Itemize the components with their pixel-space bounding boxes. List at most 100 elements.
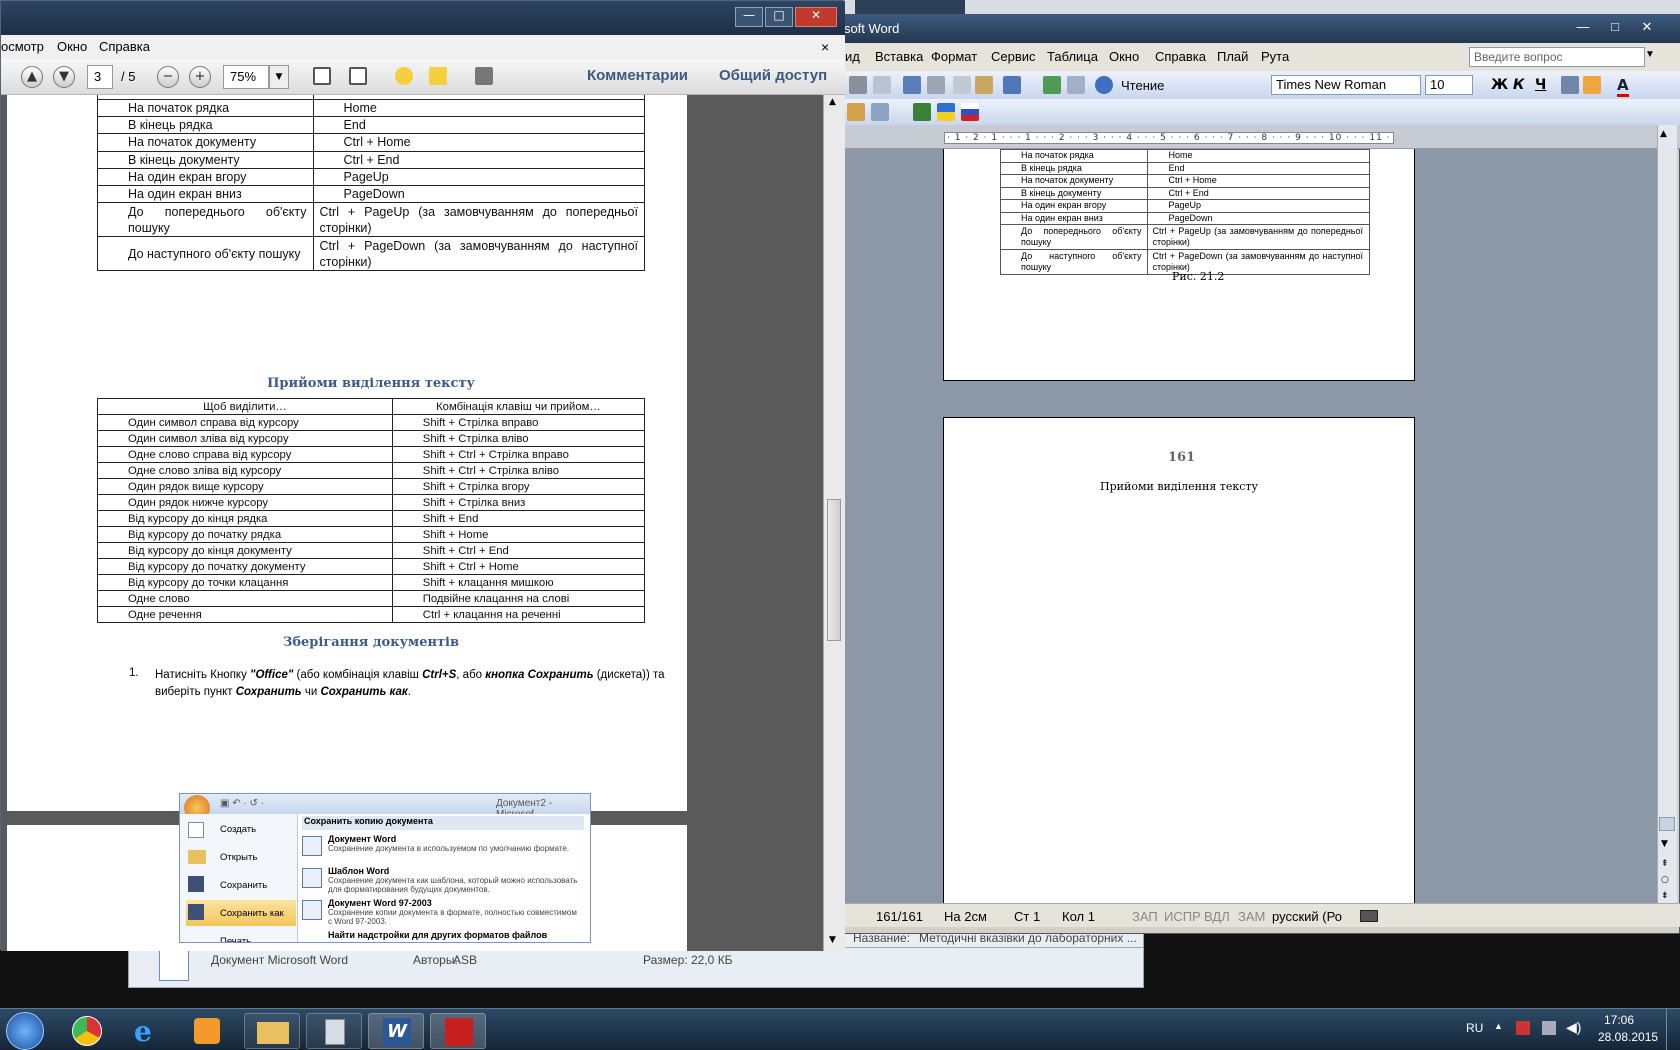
vertical-scrollbar[interactable]: ▲ ▼ (823, 95, 845, 951)
list-item: Найти надстройки для других форматов фай… (328, 930, 548, 940)
checkmark-icon[interactable] (913, 103, 931, 121)
research-icon[interactable] (927, 76, 945, 94)
menu-view[interactable]: ид (845, 49, 860, 64)
share-button[interactable]: Общий доступ (719, 67, 827, 84)
zoom-input[interactable]: 75% (223, 65, 269, 89)
reading-mode-button[interactable]: Чтение (1121, 78, 1164, 93)
russian-flag-icon[interactable] (961, 103, 979, 121)
spelling-icon[interactable] (903, 76, 921, 94)
table-icon[interactable] (1067, 76, 1085, 94)
select-browse-object-icon[interactable]: ○ (1661, 875, 1669, 885)
scroll-thumb[interactable] (827, 499, 841, 641)
status-track-changes[interactable]: ИСПР (1164, 909, 1201, 924)
maximize-button[interactable]: □ (1601, 17, 1629, 37)
chevron-up-icon[interactable]: ▲ (1660, 129, 1667, 139)
vertical-scrollbar[interactable]: ▲ ▼ ⇞ ○ ⇟ (1657, 125, 1677, 904)
font-color-button[interactable]: A (1617, 76, 1629, 97)
menu-view[interactable]: осмотр (1, 39, 44, 54)
comments-button[interactable]: Комментарии (587, 67, 688, 84)
action-center-icon[interactable] (1516, 1021, 1530, 1035)
menu-insert[interactable]: Вставка (875, 49, 923, 64)
language-indicator[interactable]: RU (1466, 1021, 1483, 1035)
menu-table[interactable]: Таблица (1047, 49, 1098, 64)
status-overtype[interactable]: ЗАМ (1238, 909, 1265, 924)
next-page-icon[interactable]: ⇟ (1661, 891, 1669, 901)
chevron-down-icon[interactable]: ▼ (269, 65, 289, 89)
minimize-button[interactable]: — (735, 7, 763, 27)
fit-width-icon[interactable] (349, 67, 367, 85)
chevron-up-icon[interactable]: ▲ (829, 97, 836, 107)
menu-format[interactable]: Формат (931, 49, 977, 64)
file-explorer-icon[interactable] (244, 1013, 300, 1049)
menu-help[interactable]: Справка (1155, 49, 1206, 64)
scroll-thumb[interactable] (1659, 817, 1675, 831)
close-button[interactable]: ✕ (795, 7, 837, 27)
document-icon (159, 947, 189, 981)
pdf-reader-taskbar-icon[interactable] (430, 1013, 486, 1049)
horizontal-ruler[interactable]: · 1 · 2 · 1 · · · 1 · · · 2 · · · 3 · · … (819, 125, 1680, 149)
chevron-up-icon[interactable]: ▲ (1494, 1021, 1503, 1031)
paste-icon[interactable] (975, 76, 993, 94)
macro-icon[interactable] (847, 103, 865, 121)
close-document-icon[interactable]: × (821, 39, 829, 55)
word-menubar: ид Вставка Формат Сервис Таблица Окно Сп… (819, 43, 1680, 71)
calculator-icon[interactable] (306, 1013, 362, 1049)
menu-plai[interactable]: Плай (1217, 49, 1248, 64)
spelling-status-icon[interactable] (1360, 910, 1378, 922)
status-record[interactable]: ЗАП (1132, 909, 1158, 924)
minimize-button[interactable]: — (1569, 17, 1597, 37)
start-button[interactable] (6, 1012, 44, 1050)
help-icon[interactable] (1095, 76, 1113, 94)
page-number-input[interactable]: 3 (87, 65, 113, 89)
print-icon[interactable] (849, 76, 867, 94)
word-taskbar-icon[interactable]: W (368, 1013, 424, 1049)
internet-explorer-icon[interactable]: e (120, 1013, 176, 1049)
bold-button[interactable]: Ж (1491, 77, 1508, 93)
media-player-icon[interactable] (180, 1013, 236, 1049)
clock-date[interactable]: 28.08.2015 (1598, 1030, 1658, 1044)
expand-icon[interactable] (475, 67, 493, 85)
table-row: Один символ зліва від курсору Shift + Стр… (97, 430, 646, 447)
menu-window[interactable]: Окно (57, 39, 87, 54)
highlight-icon[interactable] (429, 67, 447, 85)
print-preview-icon[interactable] (873, 76, 891, 94)
status-language[interactable]: русский (Ро (1272, 909, 1342, 924)
previous-page-icon[interactable]: ⇞ (1661, 859, 1669, 869)
word-titlebar: icrosoft Word — □ ✕ (819, 15, 1680, 43)
align-center-icon[interactable] (1583, 76, 1601, 94)
chevron-down-icon[interactable]: ▼ (1645, 49, 1655, 60)
underline-button[interactable]: Ч (1535, 77, 1546, 93)
italic-button[interactable]: К (1513, 77, 1524, 93)
copy-icon[interactable] (953, 76, 971, 94)
fit-page-icon[interactable] (313, 67, 331, 85)
font-name-combo[interactable]: Times New Roman (1271, 75, 1421, 95)
show-desktop-button[interactable] (1666, 1009, 1680, 1050)
font-size-combo[interactable]: 10 (1425, 75, 1473, 95)
clock-time[interactable]: 17:06 (1604, 1013, 1634, 1027)
volume-icon[interactable]: ◀) (1566, 1019, 1581, 1036)
maximize-button[interactable]: □ (765, 7, 793, 27)
undo-icon[interactable] (1003, 76, 1021, 94)
menu-ruta[interactable]: Рута (1261, 49, 1289, 64)
style-icon[interactable] (871, 103, 889, 121)
previous-page-icon[interactable]: ▲ (21, 66, 43, 88)
close-button[interactable]: ✕ (1633, 17, 1661, 37)
chevron-down-icon[interactable]: ▼ (829, 935, 836, 945)
status-extend[interactable]: ВДЛ (1204, 909, 1230, 924)
zoom-out-icon[interactable]: − (157, 66, 179, 88)
network-icon[interactable] (1542, 1021, 1556, 1035)
chrome-icon[interactable] (60, 1013, 116, 1049)
help-search-input[interactable]: Введите вопрос (1469, 47, 1645, 67)
word-document-icon (302, 836, 322, 856)
hyperlink-icon[interactable] (1043, 76, 1061, 94)
ukrainian-flag-icon[interactable] (937, 103, 955, 121)
chevron-down-icon[interactable]: ▼ (1661, 839, 1668, 849)
menu-window[interactable]: Окно (1109, 49, 1139, 64)
next-page-icon[interactable]: ▼ (53, 66, 75, 88)
menu-help[interactable]: Справка (99, 39, 150, 54)
align-left-icon[interactable] (1561, 76, 1579, 94)
menu-tools[interactable]: Сервис (991, 49, 1036, 64)
zoom-in-icon[interactable]: + (189, 66, 211, 88)
table-row: В кінець документу Ctrl + End (999, 186, 1370, 200)
comment-icon[interactable] (395, 67, 413, 85)
